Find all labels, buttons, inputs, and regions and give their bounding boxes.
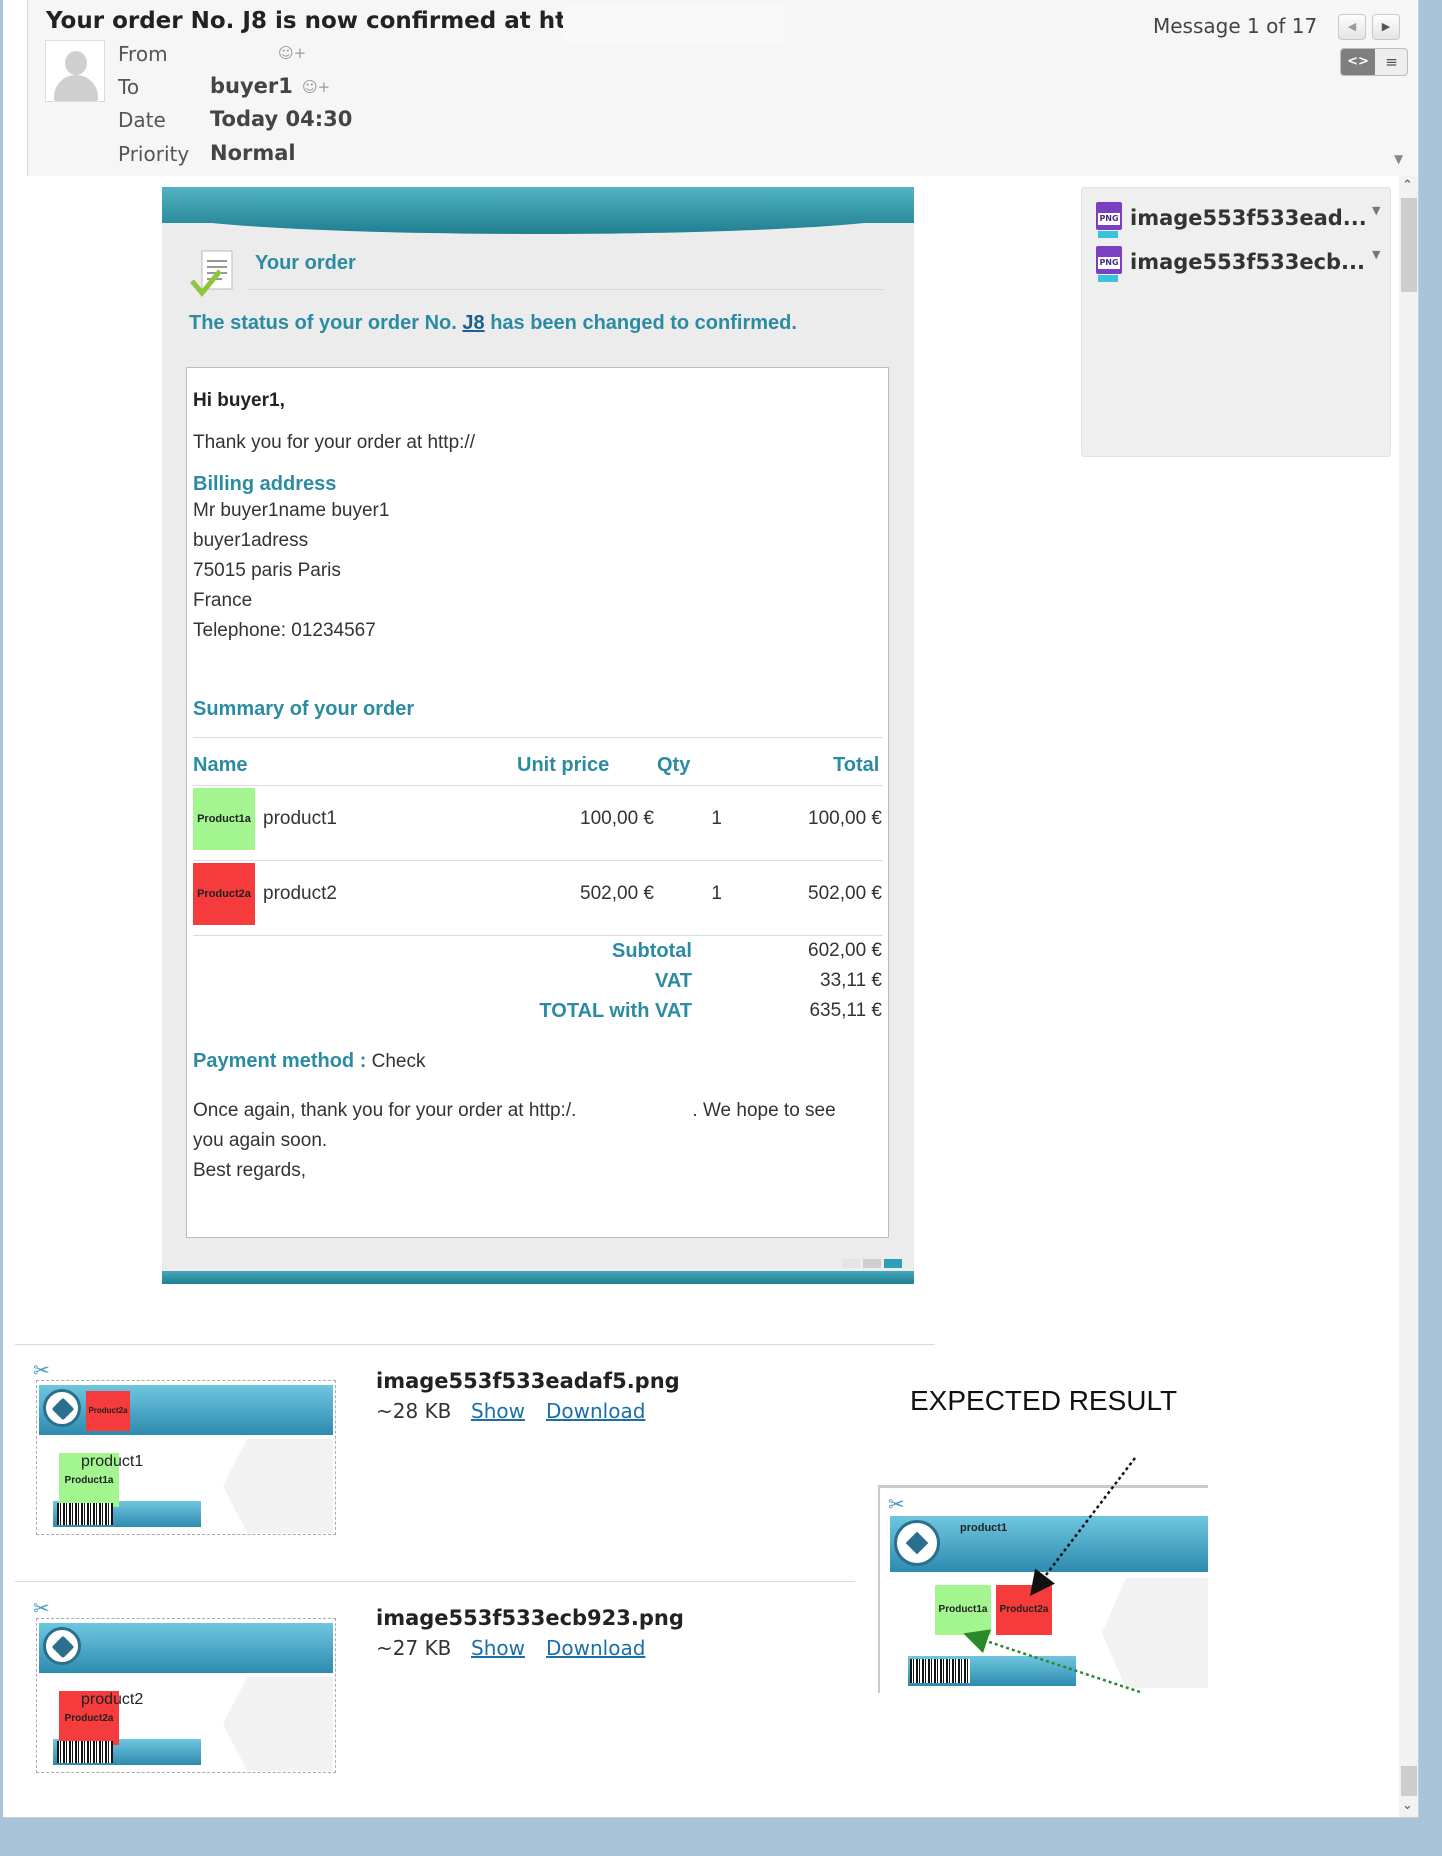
show-link[interactable]: Show [471, 1399, 525, 1423]
unit-price: 502,00 € [580, 883, 654, 904]
subtotal-label: Subtotal [612, 940, 692, 962]
annotation-arrows [963, 1457, 1141, 1694]
message-subject: Your order No. J8 is now confirmed at ht… [46, 8, 620, 34]
from-label: From [118, 42, 168, 66]
closing-line: you again soon. [193, 1130, 328, 1151]
png-file-icon: PNG [1096, 246, 1122, 282]
summary-title: Summary of your order [193, 698, 415, 720]
order-status-message: The status of your order No. J8 has been… [189, 312, 797, 334]
download-link[interactable]: Download [546, 1636, 645, 1660]
email-footer-band [162, 1271, 914, 1284]
attachment-size: ~28 KB [376, 1399, 452, 1423]
total-label: TOTAL with VAT [539, 1000, 692, 1022]
column-header-total: Total [833, 754, 880, 776]
plain-view-button[interactable]: ≡ [1375, 49, 1407, 75]
payment-method: Payment method : Check [193, 1050, 426, 1072]
pager-dot [842, 1259, 860, 1268]
chevron-down-icon[interactable]: ▼ [1394, 152, 1403, 166]
scrollbar[interactable]: ⌃ ⌄ [1399, 176, 1418, 1817]
lines-icon: ≡ [1385, 53, 1398, 71]
triangle-right-icon: ▶ [1381, 20, 1391, 33]
product-thumbnail: Product1a [193, 788, 255, 850]
billing-line: Mr buyer1name buyer1 [193, 500, 390, 521]
message-header: Your order No. J8 is now confirmed at ht… [27, 0, 1418, 176]
expected-result-title: EXPECTED RESULT [910, 1385, 1178, 1416]
scissors-icon[interactable]: ✂ [33, 1596, 50, 1620]
column-header-unit-price: Unit price [517, 754, 610, 776]
pager-dot [863, 1259, 881, 1268]
attachment-preview[interactable]: Product2a product2 [36, 1618, 336, 1773]
section-title: Your order [255, 252, 356, 274]
billing-line: 75015 paris Paris [193, 560, 341, 581]
priority-label: Priority [118, 142, 190, 166]
attachment-preview[interactable]: Product2a Product1a product1 [36, 1380, 336, 1535]
mail-app: Your order No. J8 is now confirmed at ht… [3, 0, 1419, 1818]
vat-value: 33,11 € [820, 970, 882, 991]
product-name: product2 [263, 883, 337, 904]
total-value: 635,11 € [809, 1000, 882, 1021]
attachment-item[interactable]: PNG image553f533ecb... ▼ [1096, 244, 1386, 284]
vat-label: VAT [654, 970, 692, 992]
attachment-filename: image553f533eadaf5.png [376, 1369, 680, 1393]
email-body: Your order The status of your order No. … [162, 187, 914, 1284]
email-banner [162, 187, 914, 234]
billing-title: Billing address [193, 473, 337, 495]
billing-line: Telephone: 01234567 [193, 620, 376, 641]
tag-icon [43, 1389, 81, 1427]
next-message-button[interactable]: ▶ [1372, 14, 1400, 40]
add-contact-icon[interactable]: ☺+ [278, 44, 306, 62]
scroll-thumb[interactable] [1401, 1766, 1417, 1796]
message-count: Message 1 of 17 [1153, 14, 1318, 38]
scissors-icon[interactable]: ✂ [33, 1358, 50, 1382]
line-total: 502,00 € [808, 883, 882, 904]
greeting: Hi buyer1, [193, 390, 285, 411]
date-label: Date [118, 108, 166, 132]
billing-line: France [193, 590, 253, 611]
chevron-down-icon[interactable]: ▼ [1372, 248, 1380, 261]
previous-message-button[interactable]: ◀ [1338, 14, 1366, 40]
attachment-name[interactable]: image553f533ecb... [1130, 250, 1365, 274]
thanks-text: Thank you for your order at http:// [193, 432, 475, 453]
quantity: 1 [711, 808, 722, 829]
priority-value: Normal [210, 141, 296, 165]
scroll-down-icon[interactable]: ⌄ [1402, 1798, 1413, 1813]
line-total: 100,00 € [808, 808, 882, 829]
view-toggle: <> ≡ [1340, 48, 1408, 76]
add-contact-icon[interactable]: ☺+ [302, 78, 330, 96]
html-view-button[interactable]: <> [1341, 49, 1375, 75]
pager-dot [884, 1259, 902, 1268]
attachment-filename: image553f533ecb923.png [376, 1606, 684, 1630]
date-value: Today 04:30 [210, 107, 353, 131]
redacted-area [563, 6, 783, 42]
column-header-name: Name [193, 754, 248, 776]
chevron-down-icon[interactable]: ▼ [1372, 204, 1380, 217]
scroll-thumb[interactable] [1401, 198, 1417, 292]
to-label: To [118, 75, 140, 99]
product-thumbnail: Product2a [193, 863, 255, 925]
document-check-icon [190, 250, 233, 297]
download-link[interactable]: Download [546, 1399, 645, 1423]
attachment-size: ~27 KB [376, 1636, 452, 1660]
avatar [45, 40, 105, 102]
to-value[interactable]: buyer1 [210, 74, 293, 98]
order-number-link[interactable]: J8 [462, 312, 484, 334]
attachments-panel: PNG image553f533ead... ▼ PNG image553f53… [1081, 187, 1391, 457]
code-icon: <> [1347, 54, 1369, 69]
show-link[interactable]: Show [471, 1636, 525, 1660]
order-details: Hi buyer1, Thank you for your order at h… [186, 367, 889, 1238]
product-name: product1 [263, 808, 337, 829]
closing-line: Once again, thank you for your order at … [193, 1100, 836, 1121]
closing-line: Best regards, [193, 1160, 306, 1181]
attachment-item[interactable]: PNG image553f533ead... ▼ [1096, 200, 1386, 240]
scroll-up-icon[interactable]: ⌃ [1402, 178, 1413, 193]
subtotal-value: 602,00 € [808, 940, 882, 961]
billing-line: buyer1adress [193, 530, 309, 551]
column-header-qty: Qty [657, 754, 691, 776]
unit-price: 100,00 € [580, 808, 654, 829]
attachment-name[interactable]: image553f533ead... [1130, 206, 1367, 230]
tag-icon [43, 1627, 81, 1665]
quantity: 1 [711, 883, 722, 904]
triangle-left-icon: ◀ [1347, 20, 1357, 33]
png-file-icon: PNG [1096, 202, 1122, 238]
